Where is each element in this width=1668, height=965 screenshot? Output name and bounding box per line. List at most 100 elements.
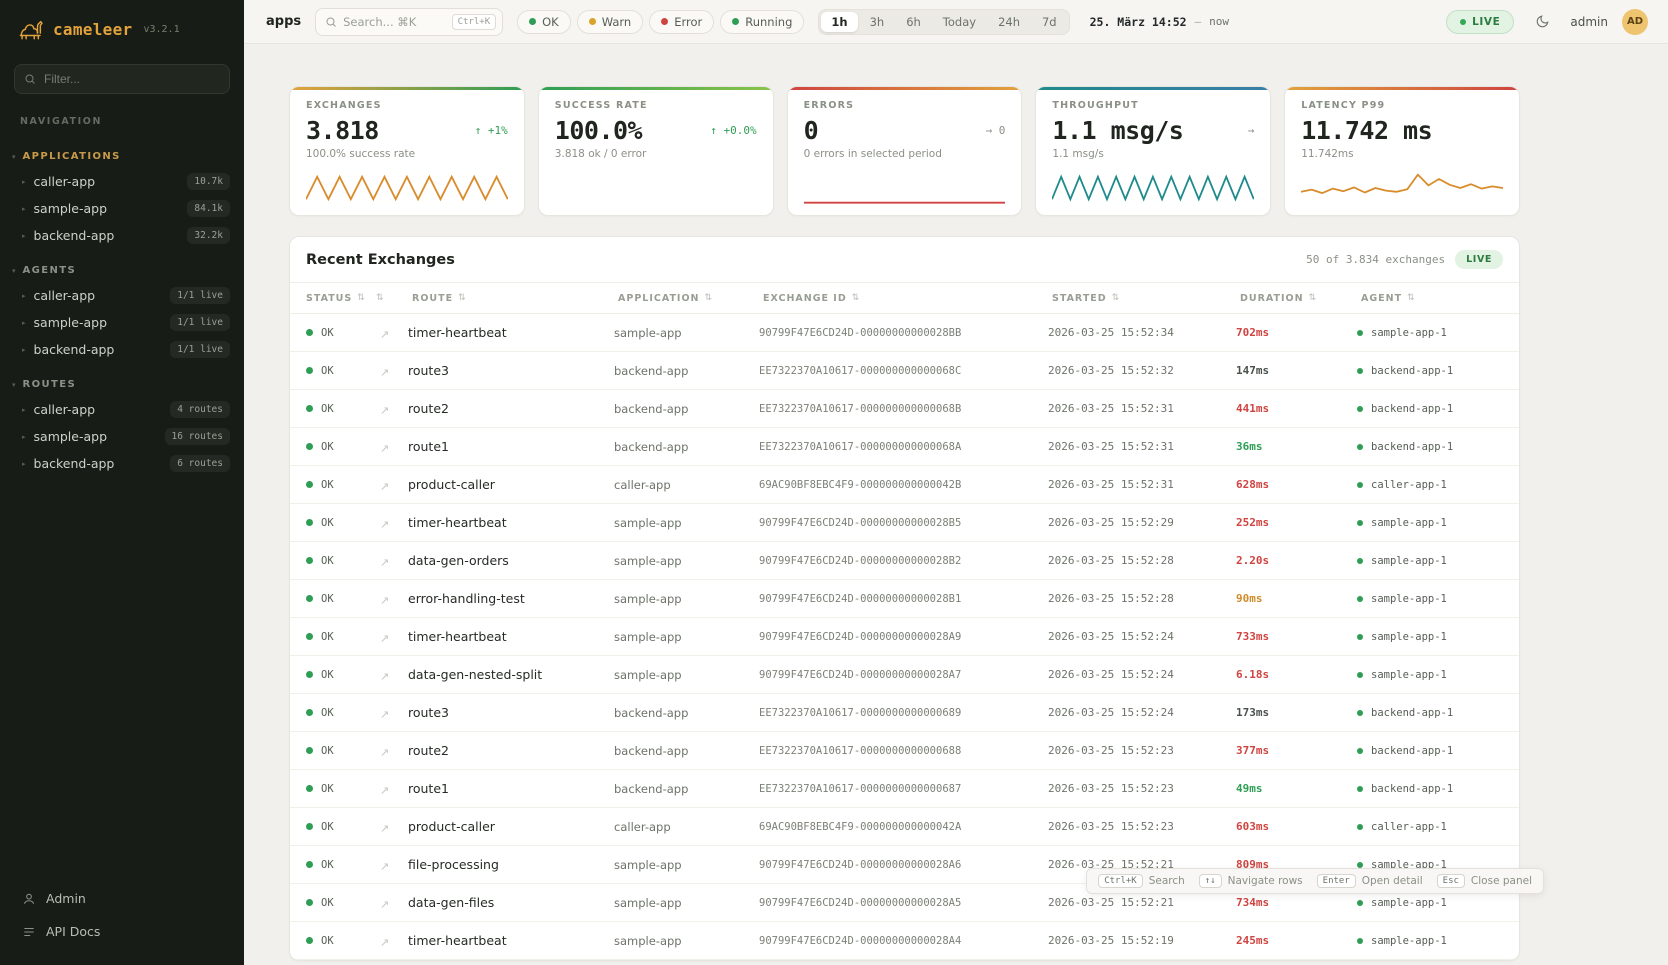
sidebar-item-routes-backend-app[interactable]: ▸ backend-app 6 routes (0, 450, 244, 477)
sidebar-item-backend-app[interactable]: ▸ backend-app 32.2k (0, 222, 244, 249)
open-exchange-icon[interactable]: ↗ (372, 594, 389, 607)
table-row[interactable]: OK ↗ data-gen-nested-split sample-app 90… (290, 656, 1519, 694)
filter-chip-error[interactable]: Error (649, 10, 714, 34)
table-row[interactable]: OK ↗ timer-heartbeat sample-app 90799F47… (290, 618, 1519, 656)
open-exchange-icon[interactable]: ↗ (372, 442, 389, 455)
table-row[interactable]: OK ↗ route1 backend-app EE7322370A10617-… (290, 428, 1519, 466)
open-exchange-icon[interactable]: ↗ (372, 936, 389, 949)
range-button-today[interactable]: Today (933, 12, 986, 32)
table-row[interactable]: OK ↗ error-handling-test sample-app 9079… (290, 580, 1519, 618)
route-name[interactable]: route2 (408, 401, 614, 416)
sidebar-item-agent-backend-app[interactable]: ▸ backend-app 1/1 live (0, 336, 244, 363)
open-exchange-icon[interactable]: ↗ (372, 898, 389, 911)
live-toggle[interactable]: LIVE (1446, 10, 1514, 34)
sidebar-item-agent-caller-app[interactable]: ▸ caller-app 1/1 live (0, 282, 244, 309)
filter-chip-warn[interactable]: Warn (577, 10, 644, 34)
sidebar-item-routes-caller-app[interactable]: ▸ caller-app 4 routes (0, 396, 244, 423)
range-button-7d[interactable]: 7d (1032, 12, 1067, 32)
sidebar-item-label: backend-app (34, 342, 163, 357)
open-exchange-icon[interactable]: ↗ (372, 784, 389, 797)
application-name: caller-app (614, 820, 759, 834)
column-header-route[interactable]: ROUTE⇅ (408, 293, 614, 304)
column-header-application[interactable]: APPLICATION⇅ (614, 293, 759, 304)
route-name[interactable]: timer-heartbeat (408, 629, 614, 644)
exchange-id: 90799F47E6CD24D-00000000000028B5 (759, 517, 1048, 529)
open-exchange-icon[interactable]: ↗ (372, 556, 389, 569)
open-exchange-icon[interactable]: ↗ (372, 480, 389, 493)
stat-card-throughput[interactable]: THROUGHPUT 1.1 msg/s → 1.1 msg/s (1035, 86, 1271, 216)
open-exchange-icon[interactable]: ↗ (372, 708, 389, 721)
table-row[interactable]: OK ↗ product-caller caller-app 69AC90BF8… (290, 466, 1519, 504)
table-row[interactable]: OK ↗ route3 backend-app EE7322370A10617-… (290, 694, 1519, 732)
route-name[interactable]: product-caller (408, 477, 614, 492)
open-exchange-icon[interactable]: ↗ (372, 328, 389, 341)
started-timestamp: 2026-03-25 15:52:24 (1048, 668, 1236, 681)
column-header-agent[interactable]: AGENT⇅ (1357, 293, 1519, 304)
route-name[interactable]: timer-heartbeat (408, 933, 614, 948)
table-row[interactable]: OK ↗ product-caller caller-app 69AC90BF8… (290, 808, 1519, 846)
stat-card-latency[interactable]: LATENCY P99 11.742 ms 11.742ms (1284, 86, 1520, 216)
table-row[interactable]: OK ↗ timer-heartbeat sample-app 90799F47… (290, 504, 1519, 542)
open-exchange-icon[interactable]: ↗ (372, 518, 389, 531)
route-name[interactable]: data-gen-nested-split (408, 667, 614, 682)
table-row[interactable]: OK ↗ route2 backend-app EE7322370A10617-… (290, 390, 1519, 428)
column-header-duration[interactable]: DURATION⇅ (1236, 293, 1357, 304)
open-exchange-icon[interactable]: ↗ (372, 746, 389, 759)
sidebar-item-caller-app[interactable]: ▸ caller-app 10.7k (0, 168, 244, 195)
table-row[interactable]: OK ↗ route1 backend-app EE7322370A10617-… (290, 770, 1519, 808)
route-name[interactable]: product-caller (408, 819, 614, 834)
time-range-display[interactable]: 25. März 14:52 — now (1090, 15, 1229, 29)
route-name[interactable]: data-gen-files (408, 895, 614, 910)
sidebar-item-admin[interactable]: Admin (12, 883, 232, 914)
sidebar-item-routes-sample-app[interactable]: ▸ sample-app 16 routes (0, 423, 244, 450)
open-exchange-icon[interactable]: ↗ (372, 670, 389, 683)
route-name[interactable]: data-gen-orders (408, 553, 614, 568)
route-name[interactable]: route1 (408, 781, 614, 796)
route-name[interactable]: route3 (408, 363, 614, 378)
avatar[interactable]: AD (1622, 9, 1648, 35)
table-row[interactable]: OK ↗ route2 backend-app EE7322370A10617-… (290, 732, 1519, 770)
sidebar-item-label: sample-app (34, 315, 163, 330)
column-header-open[interactable]: ⇅ (372, 293, 408, 303)
route-name[interactable]: timer-heartbeat (408, 325, 614, 340)
section-header-routes[interactable]: ▾ ROUTES (0, 375, 244, 396)
sidebar-item-agent-sample-app[interactable]: ▸ sample-app 1/1 live (0, 309, 244, 336)
search-input[interactable]: Search... ⌘K Ctrl+K (315, 8, 503, 36)
sort-icon: ⇅ (1112, 293, 1121, 303)
filter-input[interactable] (14, 64, 230, 94)
section-header-agents[interactable]: ▾ AGENTS (0, 261, 244, 282)
range-button-24h[interactable]: 24h (988, 12, 1030, 32)
stat-card-success-rate[interactable]: SUCCESS RATE 100.0% ↑ +0.0% 3.818 ok / 0… (538, 86, 774, 216)
route-name[interactable]: route2 (408, 743, 614, 758)
open-exchange-icon[interactable]: ↗ (372, 822, 389, 835)
open-exchange-icon[interactable]: ↗ (372, 404, 389, 417)
dark-mode-toggle[interactable] (1528, 8, 1556, 36)
range-button-1h[interactable]: 1h (821, 12, 857, 32)
range-button-3h[interactable]: 3h (860, 12, 895, 32)
column-header-exchange-id[interactable]: EXCHANGE ID⇅ (759, 293, 1048, 304)
sidebar-item-api-docs[interactable]: API Docs (12, 916, 232, 947)
route-name[interactable]: route3 (408, 705, 614, 720)
logo[interactable]: cameleer v3.2.1 (0, 0, 244, 50)
route-name[interactable]: file-processing (408, 857, 614, 872)
open-exchange-icon[interactable]: ↗ (372, 632, 389, 645)
table-row[interactable]: OK ↗ route3 backend-app EE7322370A10617-… (290, 352, 1519, 390)
application-name: backend-app (614, 364, 759, 378)
filter-chip-running[interactable]: Running (720, 10, 804, 34)
sidebar-item-sample-app[interactable]: ▸ sample-app 84.1k (0, 195, 244, 222)
route-name[interactable]: timer-heartbeat (408, 515, 614, 530)
stat-card-errors[interactable]: ERRORS 0 → 0 0 errors in selected period (787, 86, 1023, 216)
table-row[interactable]: OK ↗ timer-heartbeat sample-app 90799F47… (290, 314, 1519, 352)
column-header-status[interactable]: STATUS⇅ (290, 293, 372, 304)
filter-chip-ok[interactable]: OK (517, 10, 571, 34)
route-name[interactable]: error-handling-test (408, 591, 614, 606)
range-button-6h[interactable]: 6h (896, 12, 931, 32)
column-header-started[interactable]: STARTED⇅ (1048, 293, 1236, 304)
open-exchange-icon[interactable]: ↗ (372, 860, 389, 873)
table-row[interactable]: OK ↗ timer-heartbeat sample-app 90799F47… (290, 922, 1519, 960)
route-name[interactable]: route1 (408, 439, 614, 454)
open-exchange-icon[interactable]: ↗ (372, 366, 389, 379)
stat-card-exchanges[interactable]: EXCHANGES 3.818 ↑ +1% 100.0% success rat… (289, 86, 525, 216)
table-row[interactable]: OK ↗ data-gen-orders sample-app 90799F47… (290, 542, 1519, 580)
section-header-applications[interactable]: ▾ APPLICATIONS (0, 147, 244, 168)
